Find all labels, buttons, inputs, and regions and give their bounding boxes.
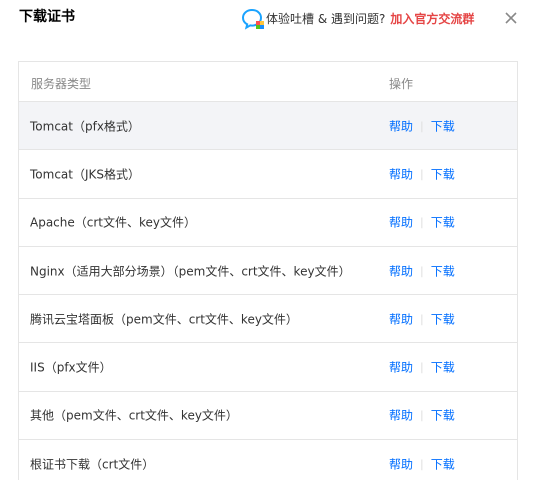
header-operation: 操作 xyxy=(389,77,414,91)
feedback-text: 体验吐槽 & 遇到问题? xyxy=(266,11,386,26)
download-link[interactable]: 下载 xyxy=(431,262,455,279)
server-type-cell: Tomcat（pfx格式） xyxy=(30,119,140,134)
download-link[interactable]: 下载 xyxy=(431,165,455,182)
server-type-cell: Nginx（适用大部分场景）（pem文件、crt文件、key文件） xyxy=(30,264,351,279)
help-link[interactable]: 帮助 xyxy=(389,359,413,376)
help-link[interactable]: 帮助 xyxy=(389,165,413,182)
separator: | xyxy=(420,457,424,471)
table-row: IIS（pfx文件） 帮助 | 下载 xyxy=(19,343,517,392)
server-type-cell: 腾讯云宝塔面板（pem文件、crt文件、key文件） xyxy=(30,312,298,327)
download-link[interactable]: 下载 xyxy=(431,310,455,327)
help-link[interactable]: 帮助 xyxy=(389,455,413,472)
table-row: Apache（crt文件、key文件） 帮助 | 下载 xyxy=(19,199,517,247)
server-type-cell: Tomcat（JKS格式） xyxy=(30,167,141,182)
server-type-cell: IIS（pfx文件） xyxy=(30,360,112,375)
table-row: Tomcat（JKS格式） 帮助 | 下载 xyxy=(19,150,517,199)
help-link[interactable]: 帮助 xyxy=(389,214,413,231)
separator: | xyxy=(420,167,424,181)
server-type-cell: Apache（crt文件、key文件） xyxy=(30,215,197,230)
operation-cell: 帮助 | 下载 xyxy=(389,455,455,472)
operation-cell: 帮助 | 下载 xyxy=(389,117,455,134)
feedback-bar: 体验吐槽 & 遇到问题? 加入官方交流群 xyxy=(241,8,474,30)
operation-cell: 帮助 | 下载 xyxy=(389,407,455,424)
help-link[interactable]: 帮助 xyxy=(389,262,413,279)
chat-bubble-icon[interactable] xyxy=(241,8,265,30)
download-link[interactable]: 下载 xyxy=(431,117,455,134)
help-link[interactable]: 帮助 xyxy=(389,310,413,327)
server-type-cell: 其他（pem文件、crt文件、key文件） xyxy=(30,408,238,423)
dialog-title: 下载证书 xyxy=(19,9,75,25)
dialog-header: 下载证书 体验吐槽 & 遇到问题? 加入官方交流群 xyxy=(0,0,534,40)
download-link[interactable]: 下载 xyxy=(431,455,455,472)
separator: | xyxy=(420,215,424,229)
separator: | xyxy=(420,360,424,374)
separator: | xyxy=(420,264,424,278)
table-row: Nginx（适用大部分场景）（pem文件、crt文件、key文件） 帮助 | 下… xyxy=(19,247,517,296)
separator: | xyxy=(420,119,424,133)
header-server-type: 服务器类型 xyxy=(31,77,92,91)
table-row: 根证书下载（crt文件） 帮助 | 下载 xyxy=(19,440,517,480)
download-certificate-dialog: 下载证书 体验吐槽 & 遇到问题? 加入官方交流群 服务器类型 操作 Tomca… xyxy=(0,0,534,480)
table-row: 腾讯云宝塔面板（pem文件、crt文件、key文件） 帮助 | 下载 xyxy=(19,295,517,344)
operation-cell: 帮助 | 下载 xyxy=(389,310,455,327)
join-group-link[interactable]: 加入官方交流群 xyxy=(390,10,474,27)
table-row: 其他（pem文件、crt文件、key文件） 帮助 | 下载 xyxy=(19,392,517,441)
table-header: 服务器类型 操作 xyxy=(19,62,517,102)
separator: | xyxy=(420,408,424,422)
operation-cell: 帮助 | 下载 xyxy=(389,262,455,279)
close-icon[interactable] xyxy=(503,10,519,26)
download-link[interactable]: 下载 xyxy=(431,214,455,231)
table-row: Tomcat（pfx格式） 帮助 | 下载 xyxy=(19,102,517,151)
operation-cell: 帮助 | 下载 xyxy=(389,214,455,231)
download-link[interactable]: 下载 xyxy=(431,359,455,376)
operation-cell: 帮助 | 下载 xyxy=(389,165,455,182)
certificate-table: 服务器类型 操作 Tomcat（pfx格式） 帮助 | 下载 Tomcat（JK… xyxy=(18,61,518,480)
help-link[interactable]: 帮助 xyxy=(389,117,413,134)
help-link[interactable]: 帮助 xyxy=(389,407,413,424)
download-link[interactable]: 下载 xyxy=(431,407,455,424)
operation-cell: 帮助 | 下载 xyxy=(389,359,455,376)
server-type-cell: 根证书下载（crt文件） xyxy=(30,457,155,472)
separator: | xyxy=(420,312,424,326)
